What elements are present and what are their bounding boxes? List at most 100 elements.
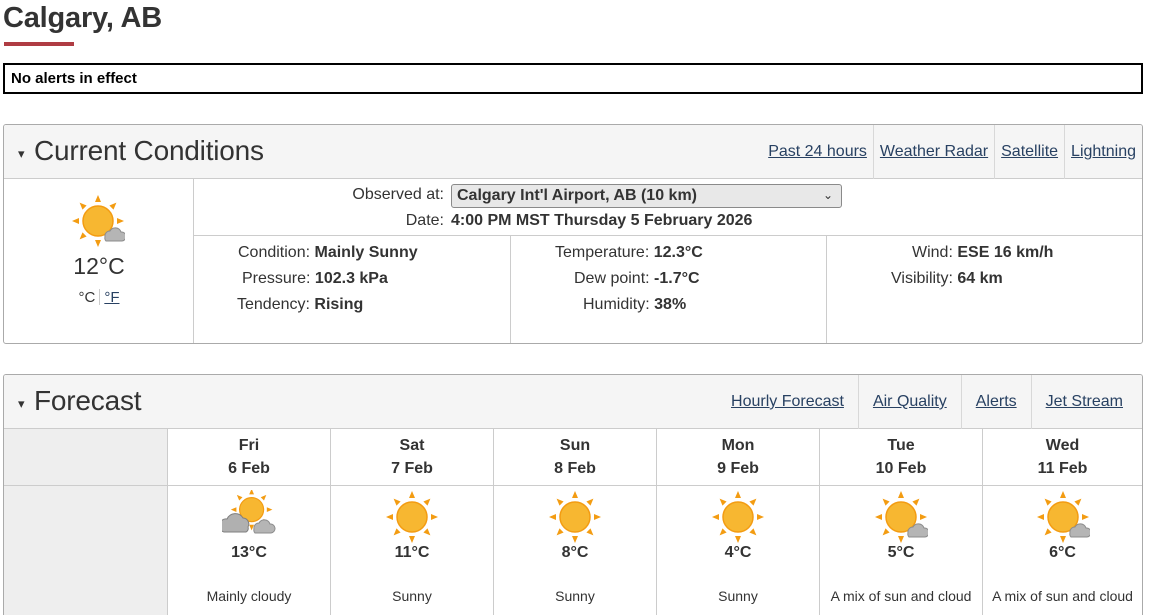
temperature-label: Temperature:: [555, 244, 650, 261]
unit-celsius: °C: [78, 289, 96, 306]
humidity-row: Humidity: 38%: [583, 296, 686, 314]
forecast-day-cell[interactable]: 13°C Mainly cloudy: [168, 486, 331, 615]
unit-fahrenheit-link[interactable]: °F: [104, 289, 119, 306]
tendency-row: Tendency: Rising: [237, 296, 363, 314]
forecast-panel: ▾ Forecast Hourly Forecast Air Quality Al…: [3, 374, 1143, 615]
condition-value: Mainly Sunny: [314, 244, 418, 261]
current-conditions-title: Current Conditions: [34, 135, 264, 166]
forecast-temperature: 13°C: [231, 544, 267, 561]
temperature-value: 12.3°C: [653, 244, 703, 261]
alerts-link[interactable]: Alerts: [976, 393, 1017, 411]
forecast-day-header: Mon 9 Feb: [657, 429, 820, 486]
forecast-header: ▾ Forecast Hourly Forecast Air Quality Al…: [4, 375, 1142, 429]
caret-down-icon: ▾: [18, 146, 25, 161]
forecast-day-date: 10 Feb: [875, 460, 927, 477]
forecast-condition: A mix of sun and cloud: [830, 588, 972, 604]
link-cell-lightning: Lightning: [1064, 125, 1142, 179]
visibility-value: 64 km: [957, 270, 1003, 287]
unit-separator: [99, 289, 101, 305]
forecast-day-date: 8 Feb: [554, 460, 596, 477]
jet-stream-link[interactable]: Jet Stream: [1046, 393, 1123, 411]
pressure-value: 102.3 kPa: [314, 270, 388, 287]
sun-with-cloud-icon: [71, 194, 125, 248]
current-conditions-toggle[interactable]: ▾ Current Conditions: [18, 135, 264, 167]
caret-down-icon: ▾: [18, 396, 25, 411]
forecast-day-cell[interactable]: 11°C Sunny: [331, 486, 494, 615]
forecast-day-header: Sat 7 Feb: [331, 429, 494, 486]
link-cell-air-quality: Air Quality: [857, 375, 961, 429]
temperature-row: Temperature: 12.3°C: [555, 244, 703, 262]
forecast-temperature: 8°C: [561, 544, 589, 561]
dewpoint-value: -1.7°C: [654, 270, 700, 287]
link-cell-satellite: Satellite: [994, 125, 1064, 179]
forecast-day-date: 9 Feb: [717, 460, 759, 477]
forecast-condition: Sunny: [555, 588, 595, 604]
tendency-value: Rising: [314, 296, 364, 313]
forecast-day-cell[interactable]: 5°C A mix of sun and cloud: [820, 486, 983, 615]
date-label: Date:: [405, 212, 444, 229]
forecast-temperature: 11°C: [394, 544, 430, 561]
forecast-day-cell[interactable]: 6°C A mix of sun and cloud: [983, 486, 1142, 615]
forecast-condition: Mainly cloudy: [206, 588, 292, 604]
forecast-condition: A mix of sun and cloud: [992, 588, 1133, 604]
satellite-link[interactable]: Satellite: [1001, 143, 1058, 161]
air-quality-link[interactable]: Air Quality: [873, 393, 947, 411]
observed-station-value: Calgary Int'l Airport, AB (10 km): [457, 187, 697, 204]
current-temperature: 12°C: [73, 253, 125, 279]
condition-label: Condition:: [238, 244, 311, 261]
observed-at-label: Observed at:: [352, 186, 444, 203]
weather-page: Calgary, AB No alerts in effect ▾ Current…: [0, 0, 1151, 615]
sun-with-cloud-icon: [874, 490, 928, 544]
forecast-day-name: Mon: [721, 437, 755, 454]
link-cell-hourly-forecast: Hourly Forecast: [717, 375, 858, 429]
humidity-value: 38%: [654, 296, 687, 313]
forecast-temperature: 5°C: [887, 544, 915, 561]
forecast-day-name: Sat: [399, 437, 425, 454]
link-cell-past-24-hours: Past 24 hours: [762, 125, 873, 179]
current-conditions-panel: ▾ Current Conditions Past 24 hours Weathe…: [3, 124, 1143, 344]
sun-icon: [548, 490, 602, 544]
forecast-title: Forecast: [34, 385, 142, 416]
forecast-day-header: Tue 10 Feb: [820, 429, 983, 486]
date-value: 4:00 PM MST Thursday 5 February 2026: [451, 212, 753, 229]
alert-banner: No alerts in effect: [3, 63, 1143, 94]
current-summary: 12°C °C °F: [4, 179, 194, 343]
lightning-link[interactable]: Lightning: [1071, 143, 1136, 161]
unit-switcher: °C °F: [4, 289, 194, 306]
temperature-column: Temperature: 12.3°C Dew point: -1.7°C Hu…: [510, 236, 826, 343]
forecast-day-header: Fri 6 Feb: [168, 429, 331, 486]
chevron-down-icon: ⌄: [822, 188, 833, 202]
condition-row: Condition: Mainly Sunny: [238, 244, 418, 262]
title-underline: [4, 42, 74, 46]
dewpoint-label: Dew point:: [574, 270, 650, 287]
observed-station-select[interactable]: Calgary Int'l Airport, AB (10 km) ⌄: [451, 184, 842, 208]
tendency-label: Tendency:: [237, 296, 310, 313]
forecast-day-name: Sun: [559, 437, 591, 454]
forecast-day-date: 7 Feb: [391, 460, 433, 477]
sun-icon: [385, 490, 439, 544]
forecast-toggle[interactable]: ▾ Forecast: [18, 385, 142, 417]
visibility-label: Visibility:: [891, 270, 953, 287]
forecast-day-name: Fri: [238, 437, 260, 454]
visibility-row: Visibility: 64 km: [891, 270, 1003, 288]
forecast-day-name: Wed: [1045, 437, 1080, 454]
weather-radar-link[interactable]: Weather Radar: [880, 143, 988, 161]
forecast-condition: Sunny: [718, 588, 758, 604]
forecast-links: Hourly Forecast Air Quality Alerts Jet S…: [717, 375, 1142, 429]
current-conditions-body: 12°C °C °F Observed at: Calgary Int'l Air…: [4, 179, 1142, 343]
forecast-day-header: Sun 8 Feb: [494, 429, 657, 486]
past-24-hours-link[interactable]: Past 24 hours: [768, 143, 867, 161]
forecast-day-date: 11 Feb: [1037, 460, 1088, 477]
forecast-day-cell[interactable]: 8°C Sunny: [494, 486, 657, 615]
pressure-row: Pressure: 102.3 kPa: [242, 270, 388, 288]
hourly-forecast-link[interactable]: Hourly Forecast: [731, 393, 844, 411]
forecast-temperature: 6°C: [1049, 544, 1076, 561]
forecast-day-cell[interactable]: 4°C Sunny: [657, 486, 820, 615]
conditions-column: Condition: Mainly Sunny Pressure: 102.3 …: [194, 236, 510, 343]
forecast-day-date: 6 Feb: [228, 460, 270, 477]
forecast-temperature: 4°C: [724, 544, 752, 561]
page-title: Calgary, AB: [3, 2, 162, 34]
link-cell-weather-radar: Weather Radar: [872, 125, 994, 179]
current-conditions-links: Past 24 hours Weather Radar Satellite Li…: [762, 125, 1142, 179]
wind-value: ESE 16 km/h: [957, 244, 1054, 261]
